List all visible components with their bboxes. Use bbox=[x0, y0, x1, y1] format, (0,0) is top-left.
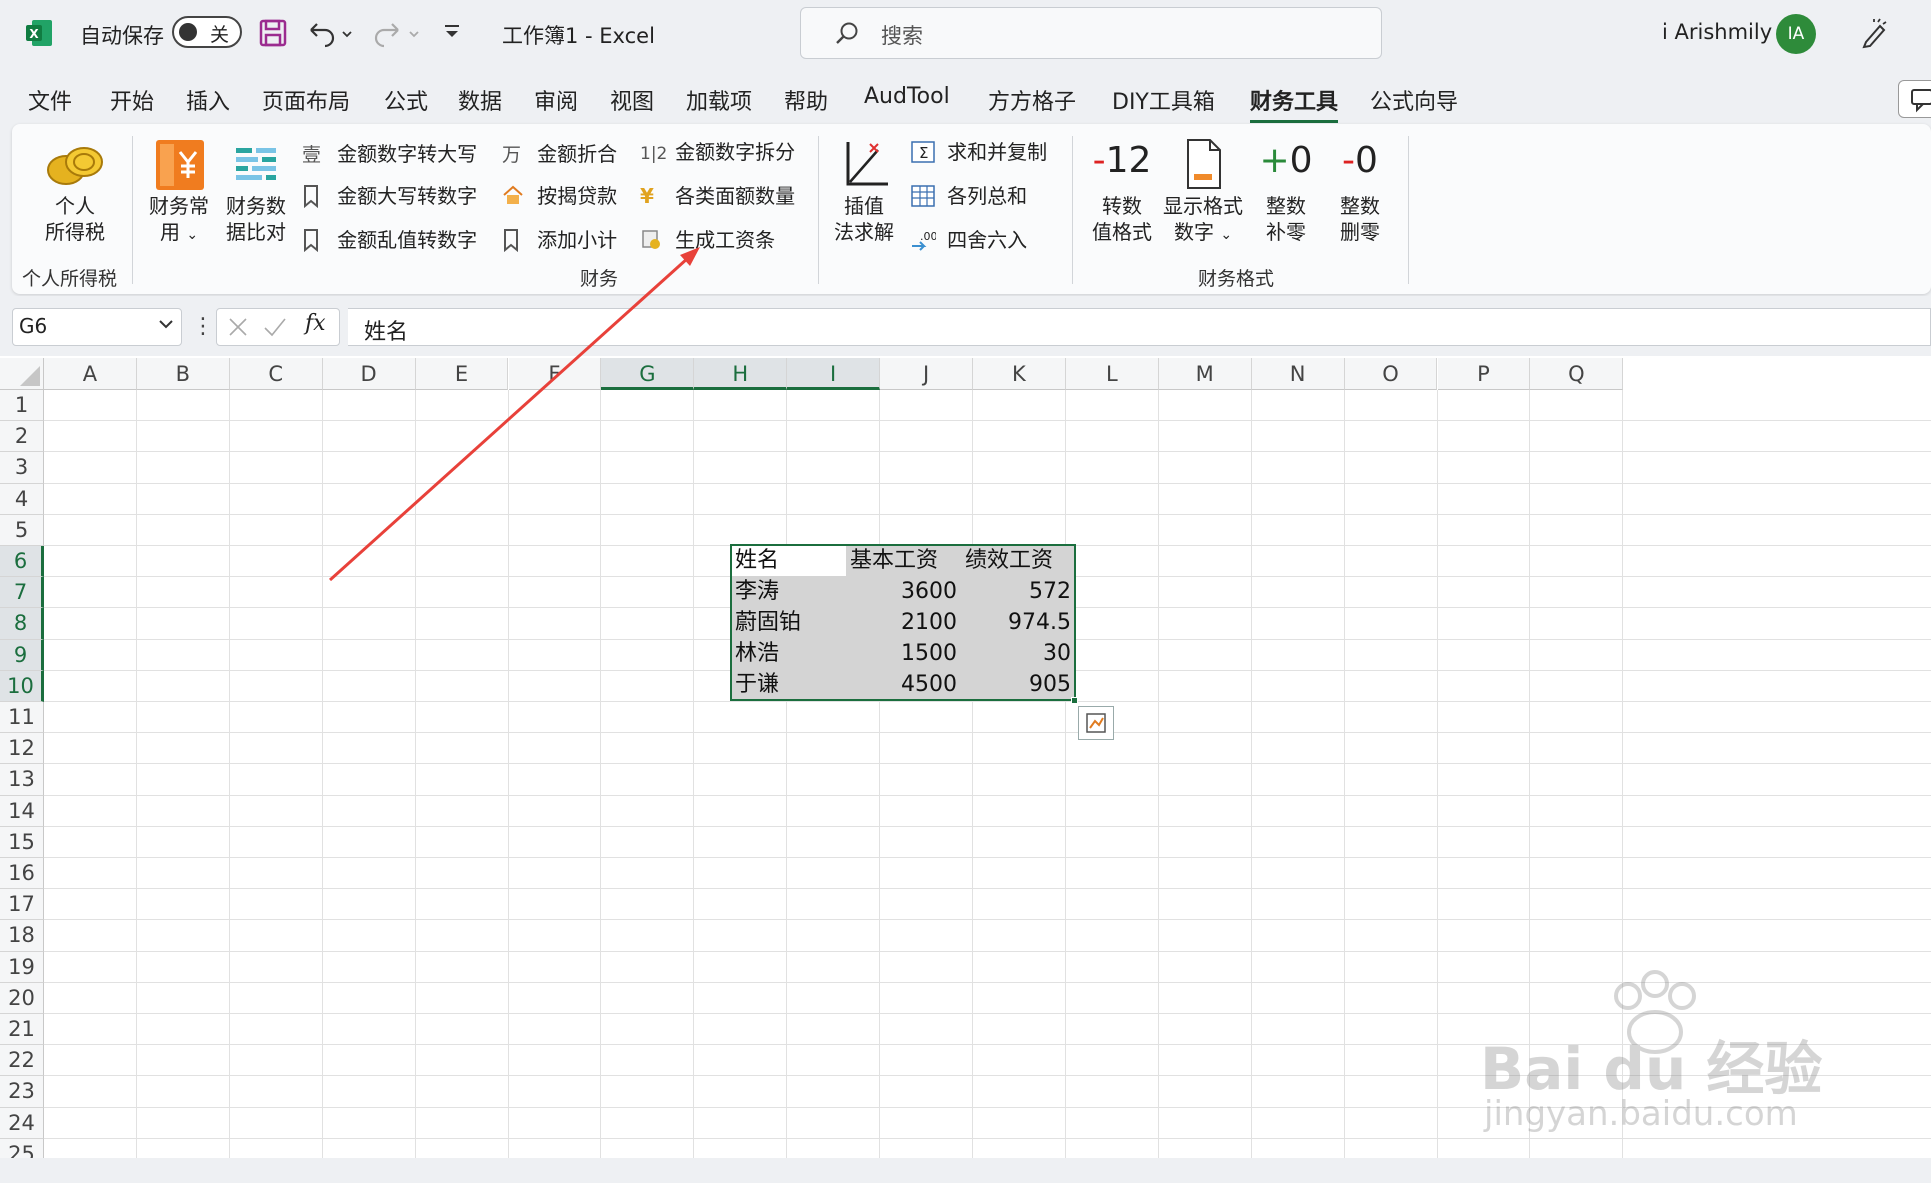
sheet-footer bbox=[0, 1158, 1931, 1183]
watermark-line2: jingyan.baidu.com bbox=[1484, 1094, 1798, 1134]
baidu-watermark: Bai du 经验 jingyan.baidu.com bbox=[1480, 970, 1840, 1140]
